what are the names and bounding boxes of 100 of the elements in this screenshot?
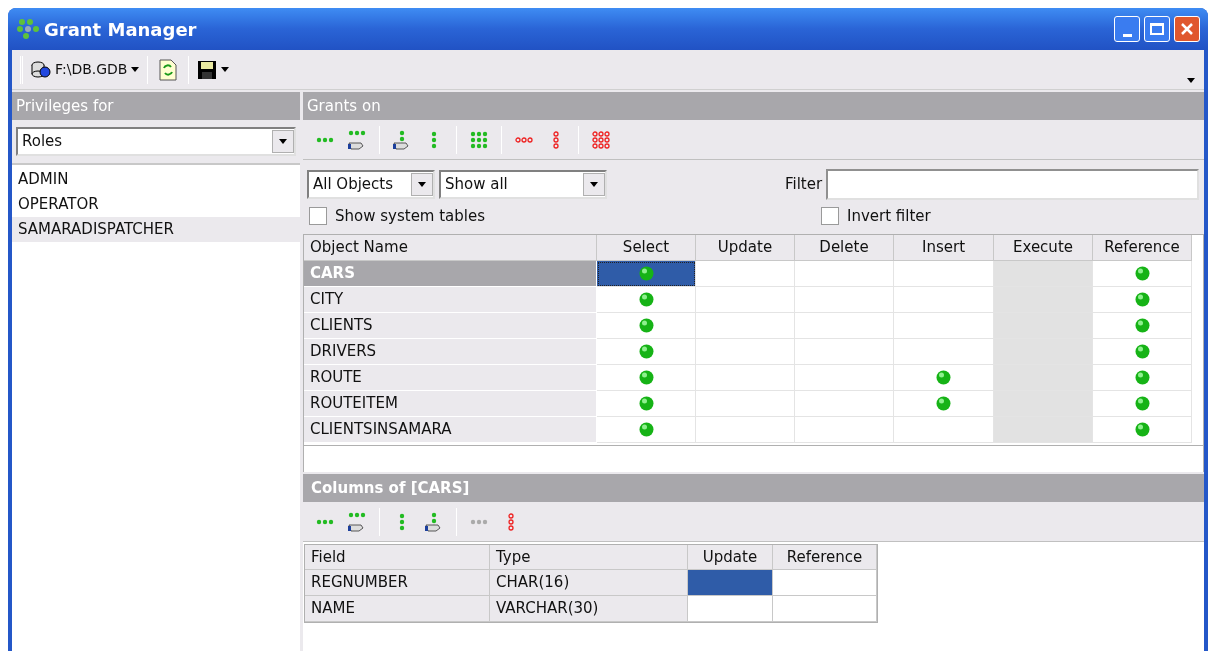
column-header[interactable]: Execute: [994, 235, 1093, 261]
grant-cell[interactable]: [773, 596, 877, 622]
object-name-cell[interactable]: ROUTE: [304, 365, 597, 391]
granted-dot-icon: [1134, 266, 1150, 281]
grant-cell[interactable]: [1093, 391, 1192, 417]
checkbox[interactable]: [821, 207, 839, 225]
granted-dot-icon: [638, 422, 654, 437]
granted-dot-icon: [1134, 318, 1150, 333]
granted-dot-icon: [1134, 370, 1150, 385]
grant-cell[interactable]: [688, 596, 773, 622]
grant-cell[interactable]: [597, 339, 696, 365]
role-list-item[interactable]: SAMARADISPATCHER: [12, 217, 300, 242]
caret-icon: [1187, 77, 1195, 83]
database-button[interactable]: F:\DB.GDB: [31, 59, 140, 80]
filter-field[interactable]: [826, 169, 1199, 200]
object-name-cell[interactable]: CLIENTSINSAMARA: [304, 417, 597, 443]
grant-cell[interactable]: [894, 365, 994, 391]
column-header[interactable]: Select: [597, 235, 696, 261]
granted-dot-icon: [936, 370, 951, 385]
column-header[interactable]: Update: [696, 235, 795, 261]
grant-cell[interactable]: [696, 339, 795, 365]
grant-cell[interactable]: [795, 391, 894, 417]
grant-cell[interactable]: [597, 313, 696, 339]
granted-dot-icon: [1134, 422, 1150, 437]
grant-cell[interactable]: [597, 365, 696, 391]
checkbox-label: Invert filter: [847, 205, 931, 227]
column-header[interactable]: Reference: [1093, 235, 1192, 261]
grant-cell[interactable]: [696, 417, 795, 443]
column-header[interactable]: Reference: [773, 545, 877, 570]
column-header[interactable]: Field: [305, 545, 490, 570]
grant-cell[interactable]: [696, 365, 795, 391]
grant-cell[interactable]: [894, 417, 994, 443]
type-cell: CHAR(16): [490, 570, 688, 596]
dot-grid-icon: [470, 130, 488, 149]
object-name-cell[interactable]: ROUTEITEM: [304, 391, 597, 417]
dots-hand-icon: [347, 129, 367, 150]
granted-dot-icon: [1134, 292, 1150, 307]
grant-cell[interactable]: [688, 570, 773, 596]
grant-cell[interactable]: [894, 261, 994, 287]
column-header[interactable]: Type: [490, 545, 688, 570]
show-dropdown[interactable]: Show all: [439, 170, 607, 199]
grant-cell[interactable]: [597, 287, 696, 313]
grant-cell[interactable]: [1093, 261, 1192, 287]
dot-grid-icon: [592, 130, 610, 149]
save-button[interactable]: [197, 59, 230, 80]
dot-row-icon: [470, 518, 488, 525]
checkbox[interactable]: [309, 207, 327, 225]
grant-cell[interactable]: [795, 365, 894, 391]
grant-cell[interactable]: [894, 339, 994, 365]
granted-dot-icon: [638, 318, 654, 333]
column-header[interactable]: Delete: [795, 235, 894, 261]
dot-column-icon: [508, 512, 514, 531]
grant-cell[interactable]: [795, 287, 894, 313]
grant-cell[interactable]: [795, 261, 894, 287]
granted-dot-icon: [638, 396, 654, 411]
grant-cell[interactable]: [894, 391, 994, 417]
database-icon: [31, 59, 51, 80]
minimize-button[interactable]: [1114, 16, 1140, 42]
grant-cell[interactable]: [696, 261, 795, 287]
object-name-cell[interactable]: DRIVERS: [304, 339, 597, 365]
grant-cell[interactable]: [696, 313, 795, 339]
grant-cell[interactable]: [773, 570, 877, 596]
close-button[interactable]: [1174, 16, 1200, 42]
filter-label: Filter: [785, 174, 823, 196]
dot-column-icon: [553, 130, 559, 149]
panel-header: Columns of [CARS]: [303, 474, 1204, 502]
column-header[interactable]: Object Name: [304, 235, 597, 261]
object-name-cell[interactable]: CLIENTS: [304, 313, 597, 339]
role-type-dropdown[interactable]: Roles: [16, 127, 296, 156]
column-header[interactable]: Insert: [894, 235, 994, 261]
grant-cell[interactable]: [597, 391, 696, 417]
dot-row-icon: [316, 518, 334, 525]
grant-cell[interactable]: [1093, 365, 1192, 391]
grant-cell[interactable]: [795, 417, 894, 443]
grant-cell[interactable]: [597, 417, 696, 443]
grant-cell[interactable]: [696, 391, 795, 417]
grant-cell[interactable]: [795, 313, 894, 339]
window-title: Grant Manager: [44, 17, 198, 42]
field-cell: NAME: [305, 596, 490, 622]
grant-cell[interactable]: [894, 287, 994, 313]
grant-cell[interactable]: [894, 313, 994, 339]
refresh-icon: [159, 58, 178, 81]
grant-cell[interactable]: [1093, 417, 1192, 443]
grant-cell[interactable]: [597, 261, 696, 287]
granted-dot-icon: [638, 344, 654, 359]
grant-cell[interactable]: [1093, 339, 1192, 365]
dot-row-icon: [316, 136, 334, 143]
grant-cell[interactable]: [1093, 287, 1192, 313]
dots-hand-icon: [347, 511, 367, 532]
object-name-cell[interactable]: CITY: [304, 287, 597, 313]
column-header[interactable]: Update: [688, 545, 773, 570]
grant-cell[interactable]: [1093, 313, 1192, 339]
object-type-dropdown[interactable]: All Objects: [307, 170, 435, 199]
maximize-button[interactable]: [1144, 16, 1170, 42]
grant-cell[interactable]: [795, 339, 894, 365]
panel-header: Grants on: [303, 92, 1204, 120]
grant-cell[interactable]: [696, 287, 795, 313]
dot-column-icon: [399, 512, 405, 531]
granted-dot-icon: [936, 396, 951, 411]
granted-dot-icon: [1134, 344, 1150, 359]
